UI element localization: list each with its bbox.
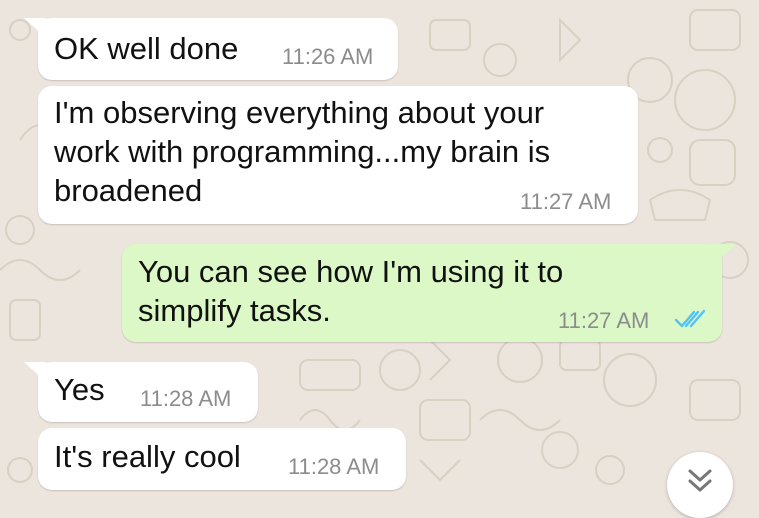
read-receipt-icon (674, 309, 706, 328)
message-timestamp: 11:28 AM (140, 386, 232, 411)
message-text-line: broadened (54, 173, 203, 208)
message-text: Yes (54, 372, 105, 407)
bubble-tail (24, 362, 46, 382)
message-text-line: simplify tasks. (138, 293, 331, 328)
bubble-tail (24, 18, 46, 38)
message-bubble-outgoing[interactable]: You can see how I'm using it to simplify… (122, 244, 736, 342)
scroll-to-bottom-button[interactable] (667, 452, 733, 518)
message-text: It's really cool (54, 439, 241, 474)
message-bubble-incoming[interactable]: Yes 11:28 AM (24, 362, 258, 422)
bubble-tail (714, 244, 736, 264)
message-text-line: I'm observing everything about your (54, 95, 545, 130)
message-text-line: work with programming...my brain is (54, 134, 551, 169)
message-timestamp: 11:28 AM (288, 454, 380, 479)
message-timestamp: 11:27 AM (558, 308, 650, 333)
message-text: OK well done (54, 31, 239, 66)
message-bubble-incoming[interactable]: I'm observing everything about your work… (38, 86, 638, 224)
double-chevron-down-icon (688, 469, 712, 492)
message-timestamp: 11:26 AM (282, 44, 374, 69)
message-text-line: You can see how I'm using it to (138, 254, 564, 289)
message-bubble-incoming[interactable]: OK well done 11:26 AM (24, 18, 398, 80)
message-timestamp: 11:27 AM (520, 189, 612, 214)
message-bubble-incoming[interactable]: It's really cool 11:28 AM (38, 428, 406, 490)
